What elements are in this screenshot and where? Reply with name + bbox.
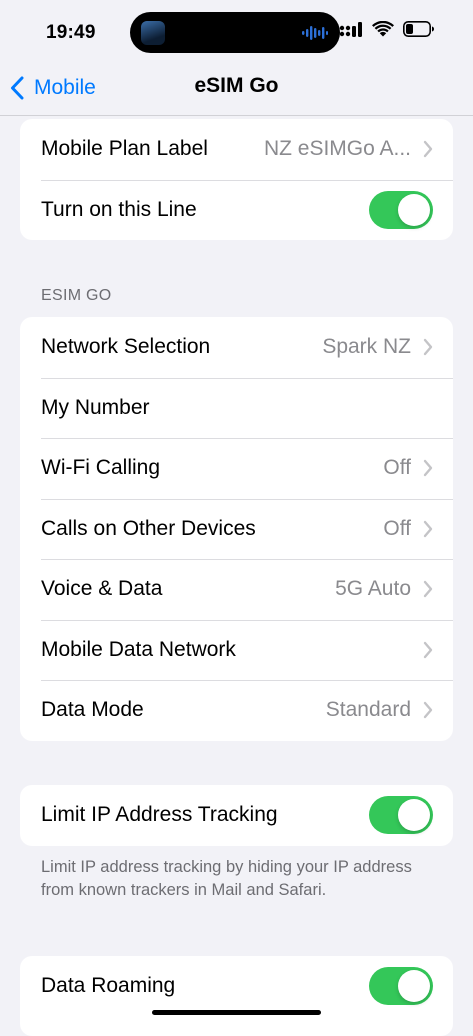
page-title: eSIM Go [194, 74, 279, 97]
row-label: Data Roaming [41, 974, 176, 998]
status-time: 19:49 [46, 22, 96, 43]
plan-settings-group: Mobile Plan Label NZ eSIMGo A... Turn on… [20, 119, 453, 240]
chevron-right-icon [423, 520, 433, 537]
data-roaming-group: Data Roaming [20, 956, 453, 1036]
chevron-right-icon [423, 702, 433, 719]
row-label: Turn on this Line [41, 197, 197, 221]
limit-ip-tracking-row: Limit IP Address Tracking [20, 785, 453, 846]
row-label: Wi-Fi Calling [41, 456, 161, 480]
battery-icon [403, 21, 434, 37]
row-value: Off [383, 516, 411, 540]
toggle-knob [398, 193, 430, 226]
my-number-row[interactable]: My Number [20, 377, 453, 439]
mobile-plan-label-row[interactable]: Mobile Plan Label NZ eSIMGo A... [20, 119, 453, 180]
calls-other-devices-row[interactable]: Calls on Other Devices Off [20, 498, 453, 560]
row-label: Voice & Data [41, 577, 163, 601]
voice-data-row[interactable]: Voice & Data 5G Auto [20, 559, 453, 620]
row-value: Standard [325, 698, 411, 722]
cellular-signal-icon [339, 22, 362, 37]
turn-on-line-toggle[interactable] [369, 190, 433, 229]
toggle-knob [398, 799, 430, 832]
navigation-bar: Mobile eSIM Go [0, 64, 473, 112]
status-icons [339, 21, 435, 37]
row-label: Network Selection [41, 335, 211, 359]
audio-waveform-icon [302, 26, 328, 40]
limit-ip-tracking-group: Limit IP Address Tracking [20, 785, 453, 846]
limit-ip-footnote: Limit IP address tracking by hiding your… [41, 858, 412, 899]
chevron-right-icon [423, 641, 433, 658]
row-value: Off [383, 456, 411, 480]
wifi-icon [372, 21, 394, 37]
status-bar: 19:49 [0, 0, 473, 64]
limit-ip-tracking-toggle[interactable] [369, 796, 433, 835]
row-value: NZ eSIMGo A... [263, 137, 411, 161]
toggle-knob [398, 970, 430, 1003]
esim-settings-group: Network Selection Spark NZ My Number Wi-… [20, 317, 453, 741]
nav-divider [0, 115, 473, 116]
chevron-right-icon [423, 581, 433, 598]
row-label: My Number [41, 395, 150, 419]
row-label: Data Mode [41, 698, 144, 722]
data-mode-row[interactable]: Data Mode Standard [20, 680, 453, 741]
section-header: ESIM GO [41, 287, 112, 304]
data-roaming-toggle[interactable] [369, 967, 433, 1006]
network-selection-row[interactable]: Network Selection Spark NZ [20, 317, 453, 378]
row-value: Spark NZ [322, 335, 411, 359]
chevron-right-icon [423, 460, 433, 477]
row-label: Calls on Other Devices [41, 516, 256, 540]
data-roaming-row: Data Roaming [20, 956, 453, 1017]
row-label: Mobile Data Network [41, 637, 236, 661]
turn-on-line-row: Turn on this Line [20, 179, 453, 241]
chevron-right-icon [423, 141, 433, 158]
row-label: Mobile Plan Label [41, 137, 208, 161]
wifi-calling-row[interactable]: Wi-Fi Calling Off [20, 438, 453, 499]
row-label: Limit IP Address Tracking [41, 803, 278, 827]
dynamic-island [130, 12, 340, 53]
row-value: 5G Auto [335, 577, 411, 601]
home-indicator[interactable] [152, 1010, 321, 1015]
chevron-right-icon [423, 339, 433, 356]
mobile-data-network-row[interactable]: Mobile Data Network [20, 619, 453, 681]
now-playing-artwork-icon [141, 21, 165, 45]
